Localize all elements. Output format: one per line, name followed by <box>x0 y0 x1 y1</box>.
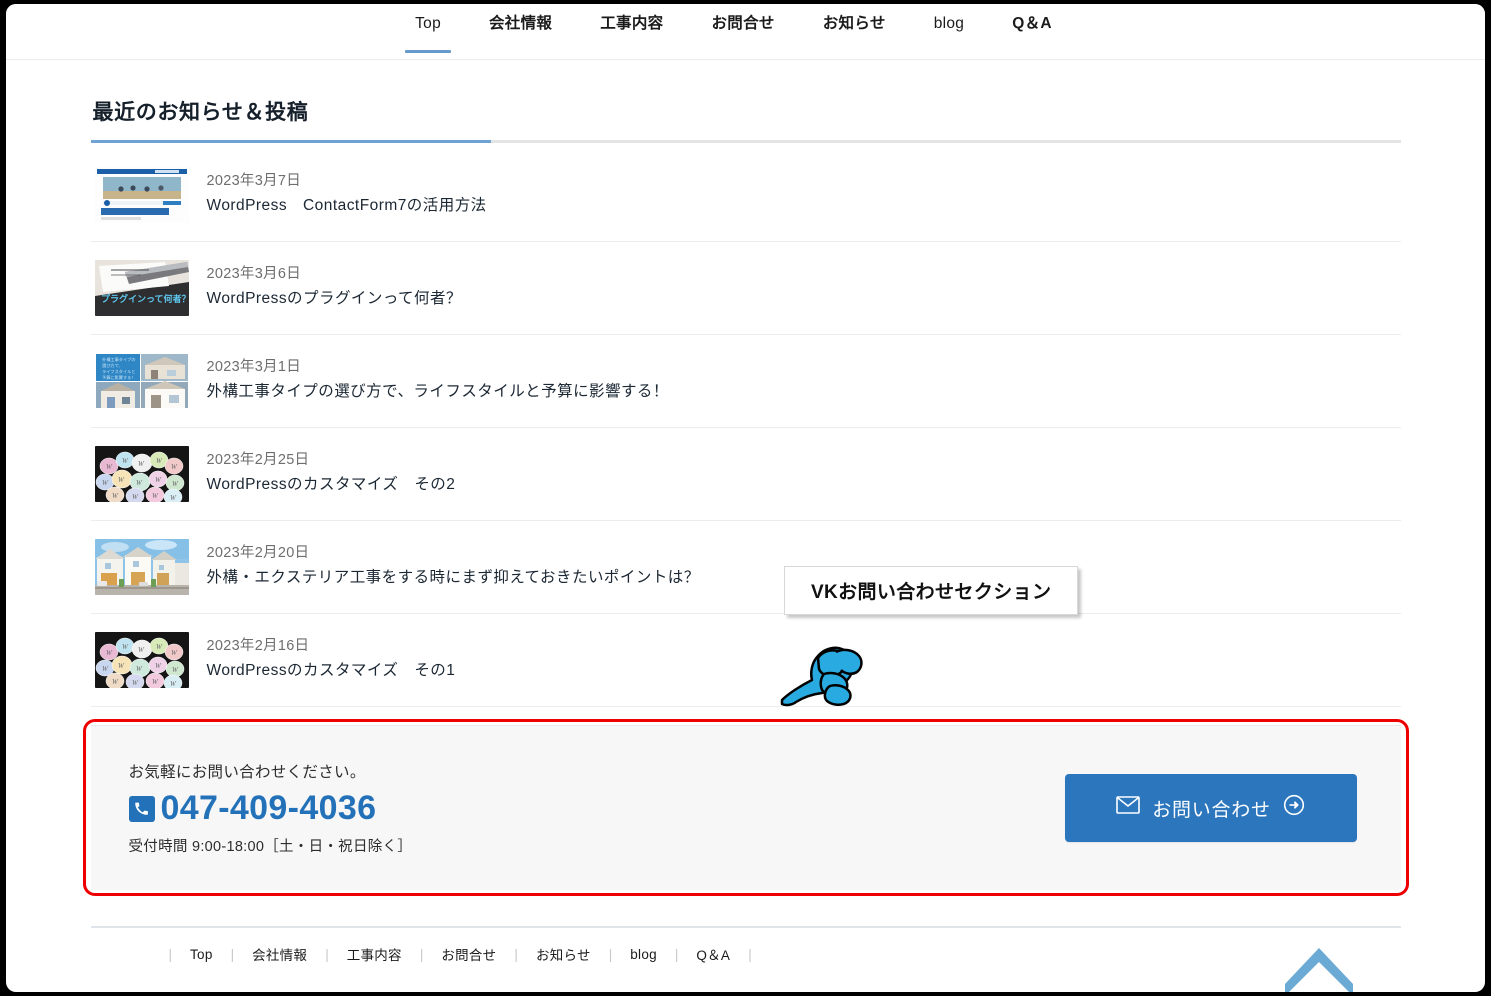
post-date: 2023年3月1日 <box>206 358 301 375</box>
arrow-right-circle-icon <box>1283 794 1305 822</box>
post-text: 2023年3月6日 WordPressのプラグインって何者？ <box>207 267 462 309</box>
nav-item-label: 会社情報 <box>489 15 553 32</box>
svg-text:予算に影響する！: 予算に影響する！ <box>102 374 136 381</box>
footer-nav-item-6[interactable]: blog <box>612 947 675 962</box>
contact-info: お気軽にお問い合わせください。 047-409-4036 受付時間 9:00-1… <box>128 760 413 856</box>
vk-contact-section-wrapper: お気軽にお問い合わせください。 047-409-4036 受付時間 9:00-1… <box>82 719 1409 897</box>
nav-item-6[interactable]: blog <box>910 4 989 59</box>
contact-lead-text: お気軽にお問い合わせください。 <box>128 764 366 781</box>
footer-nav-item-5[interactable]: お知らせ <box>518 944 609 964</box>
svg-text:選び方で、: 選び方で、 <box>102 362 123 369</box>
nav-item-2[interactable]: 会社情報 <box>465 4 576 59</box>
post-title[interactable]: WordPressのカスタマイズ その1 <box>207 662 456 681</box>
browser-page: Top 会社情報 工事内容 お問合せ お知らせ blog Q＆A 最近のお知らせ＆投稿 20… <box>6 4 1485 992</box>
mail-icon <box>1116 796 1141 820</box>
contact-hours: 受付時間 9:00-18:00［土・日・祝日除く］ <box>128 839 413 856</box>
post-date: 2023年2月25日 <box>206 451 310 468</box>
post-text: 2023年2月25日 WordPressのカスタマイズ その2 <box>207 453 456 495</box>
post-thumbnail: プラグインって何者？ <box>94 260 189 316</box>
recent-posts-list: 2023年3月7日 WordPress ContactForm7の活用方法プラグイ… <box>90 153 1401 707</box>
post-title[interactable]: WordPressのカスタマイズ その2 <box>207 476 456 495</box>
post-thumbnail: WWWWWWWWWWWWWW <box>94 446 189 502</box>
nav-item-label: Q＆A <box>1012 15 1052 32</box>
global-nav-list: Top 会社情報 工事内容 お問合せ お知らせ blog Q＆A <box>391 4 1076 59</box>
post-date: 2023年3月7日 <box>206 172 301 189</box>
global-navigation: Top 会社情報 工事内容 お問合せ お知らせ blog Q＆A <box>6 4 1485 60</box>
nav-item-label: blog <box>933 15 965 32</box>
contact-phone-number: 047-409-4036 <box>160 789 377 827</box>
contact-button[interactable]: お問い合わせ <box>1064 774 1357 843</box>
post-list-item[interactable]: W W W W W W W W W W W W W W 2023年2月25日 WordPressのカスタマイズ… <box>90 428 1401 521</box>
post-text: 2023年3月1日外構工事タイプの選び方で、ライフスタイルと予算に影響する！ <box>207 360 669 402</box>
svg-text:ライフスタイルと: ライフスタイルと <box>102 368 136 375</box>
svg-text:外構工事タイプの: 外構工事タイプの <box>102 356 136 363</box>
footer-nav-item-4[interactable]: お問合せ <box>423 944 514 964</box>
footer-nav-item-7[interactable]: Q＆A <box>678 944 748 964</box>
nav-item-label: お問合せ <box>711 15 775 32</box>
footer-nav-item-2[interactable]: 会社情報 <box>234 944 325 964</box>
post-thumbnail: WWWWWWWWWWWWWW <box>94 632 189 688</box>
post-title[interactable]: WordPress ContactForm7の活用方法 <box>207 197 487 216</box>
nav-item-7[interactable]: Q＆A <box>988 4 1076 59</box>
post-list-item[interactable]: 外構工事タイプの 選び方で、 ライフスタイルと 予算に影響する！ 2023年3月1日 外構… <box>90 335 1401 428</box>
svg-text:プラグインって何者？: プラグインって何者？ <box>101 293 189 304</box>
footer-nav-item-3[interactable]: 工事内容 <box>329 944 420 964</box>
post-list-item[interactable]: W W W W W W W W W W W W W W 2023年2月16日 WordPressのカスタマイズ… <box>90 614 1401 707</box>
main-content: 最近のお知らせ＆投稿 2023年3月7日 WordPress ContactFor… <box>82 60 1409 992</box>
footer: | Top | 会社情報 | 工事内容 | お問合せ | お知らせ | blog | Q＆A | <box>90 926 1401 992</box>
nav-item-label: お知らせ <box>822 15 886 32</box>
post-thumbnail: 外構工事タイプの 選び方で、 ライフスタイルと 予算に影響する！ <box>94 353 189 409</box>
post-title[interactable]: 外構工事タイプの選び方で、ライフスタイルと予算に影響する！ <box>207 383 669 402</box>
post-list-item[interactable]: プラグインって何者？ 2023年3月6日 WordPressのプラグインって何者？ <box>90 242 1401 335</box>
vk-contact-section: お気軽にお問い合わせください。 047-409-4036 受付時間 9:00-1… <box>90 725 1401 891</box>
phone-icon <box>128 795 155 822</box>
nav-item-1[interactable]: Top <box>391 4 465 59</box>
nav-item-4[interactable]: お問合せ <box>688 4 799 59</box>
contact-button-label: お問い合わせ <box>1152 799 1271 821</box>
post-text: 2023年2月16日 WordPressのカスタマイズ その1 <box>207 639 456 681</box>
page-title: 最近のお知らせ＆投稿 <box>92 101 309 124</box>
post-list-item[interactable]: 2023年2月20日外構・エクステリア工事をする時にまず抑えておきたいポイントは… <box>90 521 1401 614</box>
footer-nav-item-1[interactable]: Top <box>172 947 231 962</box>
footer-navigation: | Top | 会社情報 | 工事内容 | お問合せ | お知らせ | blog | Q＆A | <box>91 944 1401 964</box>
annotation-callout-label: VKお問い合わせセクション <box>784 566 1079 615</box>
pointing-hand-icon <box>780 646 863 707</box>
post-title[interactable]: WordPressのプラグインって何者？ <box>207 290 462 309</box>
contact-phone[interactable]: 047-409-4036 <box>128 789 413 827</box>
section-underline <box>90 140 1401 143</box>
post-date: 2023年2月20日 <box>206 544 310 561</box>
back-to-top-button[interactable] <box>1283 942 1355 992</box>
post-text: 2023年3月7日 WordPress ContactForm7の活用方法 <box>207 174 487 216</box>
post-thumbnail <box>94 167 189 223</box>
post-date: 2023年3月6日 <box>206 265 301 282</box>
post-text: 2023年2月20日外構・エクステリア工事をする時にまず抑えておきたいポイントは… <box>207 546 700 588</box>
nav-item-label: Top <box>415 15 441 32</box>
footer-separator: | <box>748 946 752 962</box>
post-list-item[interactable]: 2023年3月7日 WordPress ContactForm7の活用方法 <box>90 153 1401 242</box>
nav-item-5[interactable]: お知らせ <box>799 4 910 59</box>
post-thumbnail <box>94 539 189 595</box>
post-date: 2023年2月16日 <box>206 637 310 654</box>
nav-item-label: 工事内容 <box>600 15 664 32</box>
post-title[interactable]: 外構・エクステリア工事をする時にまず抑えておきたいポイントは？ <box>207 569 700 588</box>
nav-item-3[interactable]: 工事内容 <box>576 4 687 59</box>
